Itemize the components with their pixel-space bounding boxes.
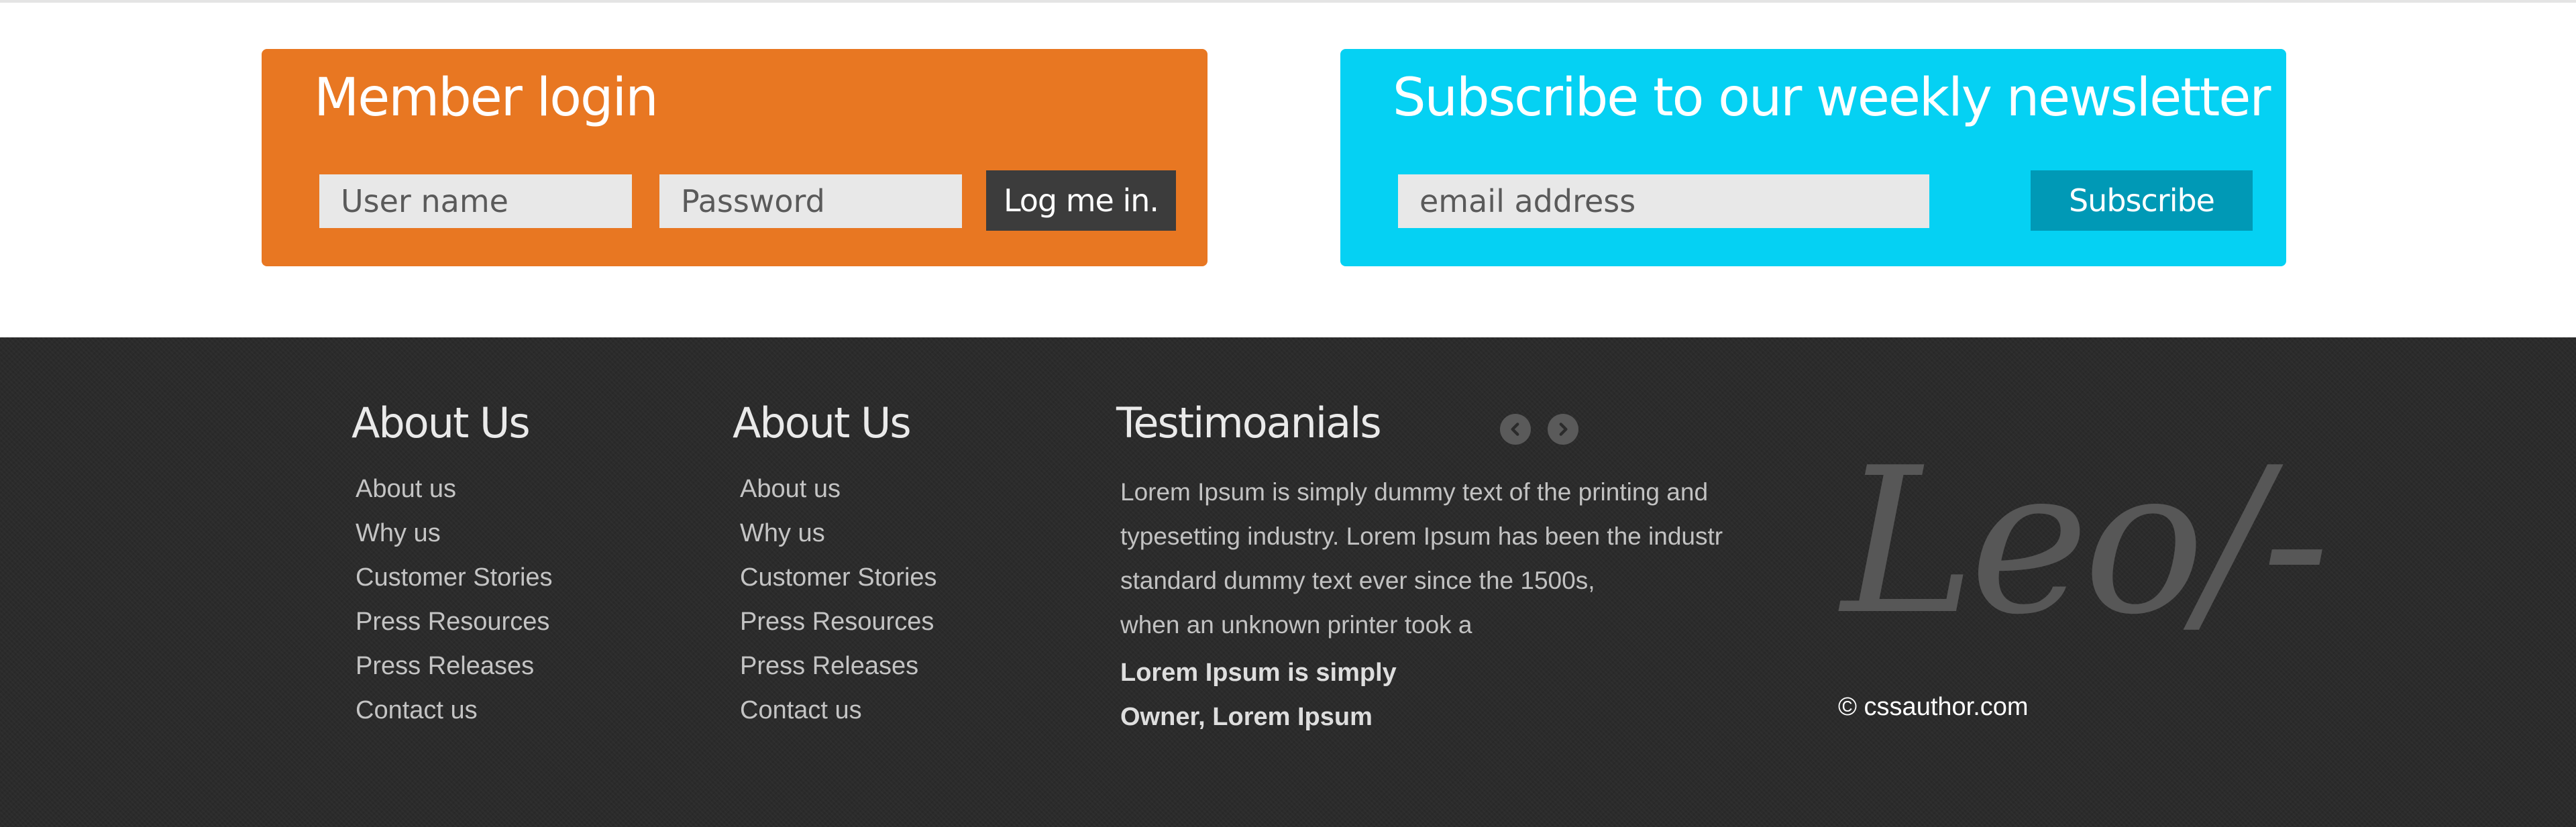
login-button[interactable]: Log me in. [986,170,1176,231]
testimonial-line: Lorem Ipsum is simply dummy text of the … [1120,478,1709,506]
footer-col2-title: About Us [733,398,912,447]
footer-link-about[interactable]: About us [740,475,841,503]
chevron-left-icon [1511,423,1519,436]
testimonial-author-role: Owner, Lorem Ipsum [1120,703,1373,731]
newsletter-title: Subscribe to our weekly newsletter [1393,68,2271,128]
footer-col2-links: About us Why us Customer Stories Press R… [740,467,937,732]
footer-col1-links: About us Why us Customer Stories Press R… [356,467,553,732]
member-login-panel: Member login Log me in. [262,49,1208,266]
footer-link-resources[interactable]: Press Resources [356,608,549,636]
testimonial-line: standard dummy text ever since the 1500s… [1120,567,1595,594]
member-login-title: Member login [314,68,659,128]
footer-link-stories[interactable]: Customer Stories [356,563,553,592]
footer-link-resources[interactable]: Press Resources [740,608,934,636]
testimonial-author: Lorem Ipsum is simply Owner, Lorem Ipsum [1120,651,1397,739]
testimonial-prev-button[interactable] [1500,414,1531,445]
email-input[interactable] [1398,174,1929,228]
password-input[interactable] [659,174,962,228]
footer-link-releases[interactable]: Press Releases [356,652,534,680]
testimonials-title: Testimoanials [1116,398,1382,447]
testimonial-author-name: Lorem Ipsum is simply [1120,659,1397,687]
username-input[interactable] [319,174,632,228]
footer-link-why[interactable]: Why us [356,519,441,547]
footer: About Us About us Why us Customer Storie… [0,337,2576,827]
testimonial-line: when an unknown printer took a [1120,611,1472,639]
testimonial-quote: Lorem Ipsum is simply dummy text of the … [1120,470,1764,647]
chevron-right-icon [1559,423,1568,436]
testimonial-next-button[interactable] [1548,414,1578,445]
copyright-text: © cssauthor.com [1838,693,2029,721]
footer-link-contact[interactable]: Contact us [356,696,478,724]
footer-link-why[interactable]: Why us [740,519,825,547]
signature-logo: Leo/- [1841,425,2330,659]
footer-link-releases[interactable]: Press Releases [740,652,918,680]
newsletter-panel: Subscribe to our weekly newsletter Subsc… [1340,49,2286,266]
top-divider [0,0,2576,3]
testimonial-line: typesetting industry. Lorem Ipsum has be… [1120,522,1723,550]
footer-link-contact[interactable]: Contact us [740,696,862,724]
footer-link-about[interactable]: About us [356,475,456,503]
footer-col1-title: About Us [352,398,531,447]
subscribe-button[interactable]: Subscribe [2031,170,2253,231]
footer-link-stories[interactable]: Customer Stories [740,563,937,592]
